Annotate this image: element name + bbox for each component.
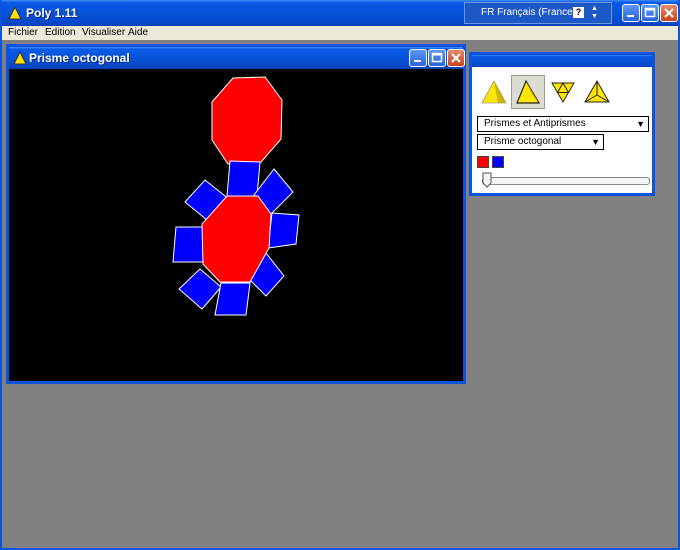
maximize-icon <box>644 7 656 18</box>
prism-window: Prisme octogonal <box>6 44 466 384</box>
minimize-icon <box>414 60 421 62</box>
tetrahedron-top-icon <box>584 79 610 103</box>
tool-vertex-view[interactable] <box>580 75 614 109</box>
family-select[interactable]: Prismes et Antiprismes ▼ <box>477 116 649 132</box>
maximize-button[interactable] <box>641 4 659 22</box>
triangle-net-icon <box>551 82 575 103</box>
minimize-icon <box>627 15 634 17</box>
pyramid-unfold-icon <box>516 79 541 104</box>
prism-minimize-button[interactable] <box>409 49 427 67</box>
square-face-left <box>172 226 204 263</box>
menu-aide[interactable]: Aide <box>128 27 148 38</box>
family-select-value: Prismes et Antiprismes <box>484 118 586 129</box>
language-bar[interactable]: FR Français (France) ? ▲ ▼ <box>464 2 612 24</box>
polyhedron-select-value: Prisme octogonal <box>484 136 562 147</box>
polyhedron-canvas[interactable] <box>9 69 463 381</box>
app-icon <box>8 6 22 20</box>
unfold-slider-thumb[interactable] <box>482 172 492 188</box>
maximize-icon <box>431 52 443 63</box>
pyramid-solid-icon <box>481 80 507 104</box>
tool-solid-view[interactable] <box>476 75 510 109</box>
square-face-right <box>267 212 300 249</box>
language-options-icon[interactable]: ▲ ▼ <box>591 5 598 21</box>
menu-fichier[interactable]: Fichier <box>8 27 38 38</box>
window-icon <box>13 51 27 65</box>
chevron-down-icon: ▼ <box>591 137 600 147</box>
language-label: FR Français (France) <box>481 7 577 18</box>
tool-partial-unfold[interactable] <box>511 75 545 109</box>
tool-flat-net[interactable] <box>546 75 580 109</box>
color-swatch-faces-1[interactable] <box>477 156 489 168</box>
square-face-bottom <box>214 282 251 316</box>
minimize-button[interactable] <box>622 4 640 22</box>
menu-visualiser[interactable]: Visualiser <box>82 27 125 38</box>
main-titlebar[interactable]: Poly 1.11 FR Français (France) ? ▲ ▼ <box>2 0 678 26</box>
app-title: Poly 1.11 <box>26 6 78 20</box>
polyhedron-select[interactable]: Prisme octogonal ▼ <box>477 134 604 150</box>
color-swatch-faces-2[interactable] <box>492 156 504 168</box>
control-panel: Prismes et Antiprismes ▼ Prisme octogona… <box>469 52 655 196</box>
help-icon[interactable]: ? <box>573 7 584 18</box>
square-face-top <box>226 160 261 197</box>
prism-window-titlebar[interactable]: Prisme octogonal <box>9 47 465 69</box>
prism-maximize-button[interactable] <box>428 49 446 67</box>
prism-window-title: Prisme octogonal <box>29 51 130 65</box>
menu-edition[interactable]: Edition <box>45 27 76 38</box>
control-panel-titlebar[interactable] <box>472 55 652 67</box>
close-icon <box>451 53 461 63</box>
chevron-down-icon: ▼ <box>636 119 645 129</box>
top-octagon-face <box>211 76 283 165</box>
close-button[interactable] <box>660 4 678 22</box>
menu-bar: Fichier Edition Visualiser Aide <box>2 26 678 40</box>
prism-close-button[interactable] <box>447 49 465 67</box>
unfold-slider-track[interactable] <box>482 177 650 185</box>
close-icon <box>664 8 674 18</box>
